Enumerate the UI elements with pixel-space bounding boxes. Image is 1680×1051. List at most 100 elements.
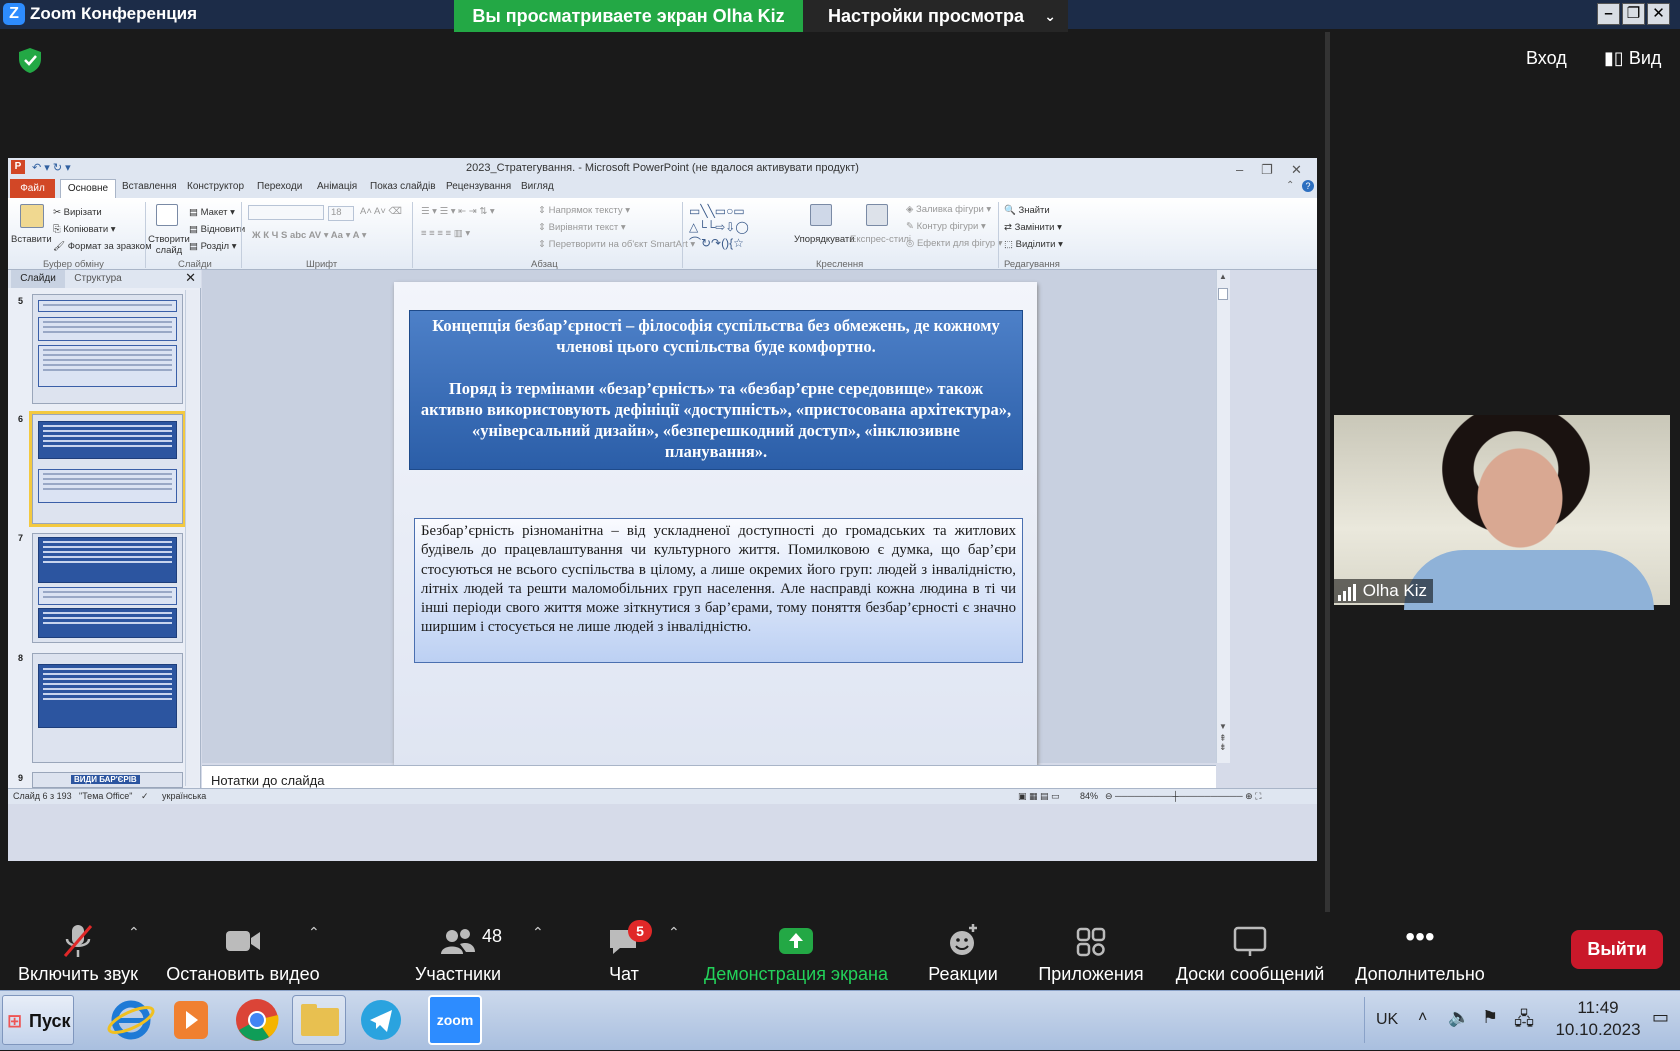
shapes-gallery[interactable]: ▭╲╲▭○▭ △└└⇨⇩◯ ⌒↻↷(){☆ bbox=[689, 203, 789, 251]
scroll-up-icon[interactable]: ▲ bbox=[1219, 272, 1227, 281]
tab-slides[interactable]: Слайди bbox=[11, 270, 65, 288]
list-icons[interactable]: ☰ ▾ ☰ ▾ ⇤ ⇥ ⇅ ▾ bbox=[421, 206, 495, 217]
slide-thumbnail-9[interactable]: ВИДИ БАР'ЄРІВ bbox=[32, 772, 183, 788]
show-hidden-icons[interactable]: ˄ bbox=[1418, 1009, 1427, 1027]
quick-styles-button[interactable]: Експрес-стилі bbox=[850, 234, 911, 245]
share-screen-button[interactable]: Демонстрация экрана bbox=[698, 912, 894, 990]
find-button[interactable]: 🔍 Знайти bbox=[1004, 205, 1050, 216]
smartart-button[interactable]: ⇕ Перетворити на об'єкт SmartArt ▾ bbox=[538, 239, 695, 250]
undo-icon[interactable]: ↶ ▾ ↻ ▾ bbox=[32, 158, 71, 178]
chat-options-chevron-icon[interactable]: ⌃ bbox=[668, 924, 680, 941]
apps-button[interactable]: Приложения bbox=[1028, 912, 1154, 990]
tab-transitions[interactable]: Переходи bbox=[257, 181, 302, 192]
help-icon[interactable]: ? bbox=[1302, 180, 1314, 192]
media-player-icon[interactable] bbox=[164, 995, 218, 1045]
new-slide-button[interactable]: Створити слайд bbox=[148, 234, 190, 256]
desktop-notes-icon[interactable]: ▭ bbox=[1652, 1007, 1669, 1028]
status-language[interactable]: українська bbox=[162, 791, 206, 801]
tab-home[interactable]: Основне bbox=[60, 179, 116, 198]
tab-review[interactable]: Рецензування bbox=[446, 181, 511, 192]
slide-body-box[interactable]: Безбар’єрність різноманітна – від усклад… bbox=[414, 518, 1023, 663]
ppt-minimize-icon[interactable]: – bbox=[1236, 160, 1243, 180]
tab-design[interactable]: Конструктор bbox=[187, 181, 244, 192]
shape-fill-button[interactable]: ◈ Заливка фігури ▾ bbox=[906, 204, 991, 215]
grow-shrink-icon[interactable]: A˄ A˅ ⌫ bbox=[360, 206, 402, 217]
panel-scrollbar[interactable] bbox=[185, 290, 199, 786]
format-painter-button[interactable]: 🖌 Формат за зразком bbox=[53, 241, 152, 252]
slide-thumbnail-5[interactable] bbox=[32, 294, 183, 404]
cut-button[interactable]: ✂ Вирізати bbox=[53, 207, 102, 218]
leave-button[interactable]: Выйти bbox=[1571, 930, 1663, 969]
quick-styles-icon[interactable] bbox=[866, 204, 888, 226]
slide-thumbnail-6[interactable] bbox=[29, 411, 186, 527]
zoom-level[interactable]: 84% bbox=[1080, 791, 1098, 801]
new-slide-icon[interactable] bbox=[156, 204, 178, 226]
view-button[interactable]: ▮▯ Вид bbox=[1604, 48, 1661, 69]
participant-video[interactable]: Olha Kiz bbox=[1334, 415, 1670, 610]
slide-thumbnail-8[interactable] bbox=[32, 653, 183, 763]
unmute-button[interactable]: Включить звук bbox=[10, 912, 146, 990]
close-button[interactable]: ✕ bbox=[1647, 3, 1670, 25]
view-settings-dropdown[interactable]: Настройки просмотра ⌄ bbox=[803, 0, 1068, 32]
scroll-thumb[interactable] bbox=[1218, 288, 1228, 300]
volume-icon[interactable]: 🔈 bbox=[1448, 1007, 1470, 1028]
paste-button[interactable]: Вставити bbox=[11, 234, 52, 245]
text-direction-button[interactable]: ⇕ Напрямок тексту ▾ bbox=[538, 205, 630, 216]
maximize-button[interactable]: ❐ bbox=[1622, 3, 1645, 25]
zoom-app-icon[interactable]: zoom bbox=[428, 995, 482, 1045]
arrange-button[interactable]: Упорядкувати bbox=[794, 234, 855, 245]
minimize-button[interactable]: – bbox=[1597, 3, 1620, 25]
chat-button[interactable]: 5 Чат bbox=[586, 912, 662, 990]
ppt-restore-icon[interactable]: ❐ bbox=[1261, 160, 1273, 180]
replace-button[interactable]: ⇄ Замінити ▾ bbox=[1004, 222, 1062, 233]
slide-title-box[interactable]: Концепція безбар’єрності – філософія сус… bbox=[409, 310, 1023, 470]
view-buttons[interactable]: ▣ ▦ ▤ ▭ bbox=[1018, 791, 1060, 802]
shape-outline-button[interactable]: ✎ Контур фігури ▾ bbox=[906, 221, 986, 232]
panel-divider[interactable] bbox=[1325, 32, 1330, 912]
reset-button[interactable]: ▤ Відновити bbox=[189, 224, 245, 235]
align-text-button[interactable]: ⇕ Вирівняти текст ▾ bbox=[538, 222, 626, 233]
layout-button[interactable]: ▤ Макет ▾ bbox=[189, 207, 235, 218]
taskbar-clock[interactable]: 11:49 10.10.2023 bbox=[1550, 997, 1646, 1041]
network-icon[interactable]: 🖧 bbox=[1514, 1007, 1534, 1037]
reactions-button[interactable]: Реакции bbox=[918, 912, 1008, 990]
keyboard-language[interactable]: UK bbox=[1376, 1011, 1398, 1029]
spellcheck-icon[interactable]: ✓ bbox=[141, 791, 149, 802]
tab-animation[interactable]: Анімація bbox=[317, 181, 357, 192]
action-center-flag-icon[interactable]: ⚑ bbox=[1482, 1007, 1498, 1028]
tab-view[interactable]: Вигляд bbox=[521, 181, 554, 192]
arrange-icon[interactable] bbox=[810, 204, 832, 226]
font-size-box[interactable]: 18 bbox=[328, 206, 354, 221]
slide-thumbnail-7[interactable] bbox=[32, 533, 183, 643]
ppt-close-icon[interactable]: ✕ bbox=[1291, 160, 1302, 180]
close-panel-icon[interactable]: ✕ bbox=[185, 270, 196, 286]
section-button[interactable]: ▤ Розділ ▾ bbox=[189, 241, 237, 252]
stop-video-button[interactable]: Остановить видео bbox=[160, 912, 326, 990]
whiteboards-button[interactable]: Доски сообщений bbox=[1166, 912, 1334, 990]
participants-options-chevron-icon[interactable]: ⌃ bbox=[532, 924, 544, 941]
video-options-chevron-icon[interactable]: ⌃ bbox=[308, 924, 320, 941]
chrome-icon[interactable] bbox=[230, 995, 284, 1045]
internet-explorer-icon[interactable] bbox=[104, 995, 158, 1045]
align-icons[interactable]: ≡ ≡ ≡ ≡ ▥ ▾ bbox=[421, 228, 470, 239]
slide-scrollbar[interactable]: ▲ ▼ ⇞ ⇟ bbox=[1216, 270, 1230, 763]
start-button[interactable]: ⊞ Пуск bbox=[2, 995, 74, 1045]
shape-effects-button[interactable]: ◎ Ефекти для фігур ▾ bbox=[906, 238, 1003, 249]
font-format-icons[interactable]: Ж К Ч S abc AV ▾ Aa ▾ A ▾ bbox=[252, 230, 367, 241]
prev-next-slide-icon[interactable]: ⇞ ⇟ bbox=[1219, 734, 1227, 752]
scroll-down-icon[interactable]: ▼ bbox=[1219, 722, 1227, 731]
tab-insert[interactable]: Вставлення bbox=[122, 181, 177, 192]
telegram-icon[interactable] bbox=[354, 995, 408, 1045]
more-button[interactable]: ••• Дополнительно bbox=[1346, 912, 1494, 990]
participants-button[interactable]: 48 Участники bbox=[400, 912, 516, 990]
enter-button[interactable]: Вход bbox=[1526, 48, 1567, 69]
tab-slideshow[interactable]: Показ слайдів bbox=[370, 181, 436, 192]
audio-options-chevron-icon[interactable]: ⌃ bbox=[128, 924, 140, 941]
security-shield-icon[interactable] bbox=[16, 46, 44, 74]
ribbon-collapse-icon[interactable]: ⌃ bbox=[1286, 180, 1294, 191]
zoom-slider[interactable]: ⊖ ─────────┼────────── ⊕ ⛶ bbox=[1105, 791, 1261, 802]
font-name-box[interactable] bbox=[248, 205, 324, 220]
tab-outline[interactable]: Структура bbox=[68, 270, 128, 288]
select-button[interactable]: ⬚ Виділити ▾ bbox=[1004, 239, 1063, 250]
tab-file[interactable]: Файл bbox=[10, 179, 55, 198]
